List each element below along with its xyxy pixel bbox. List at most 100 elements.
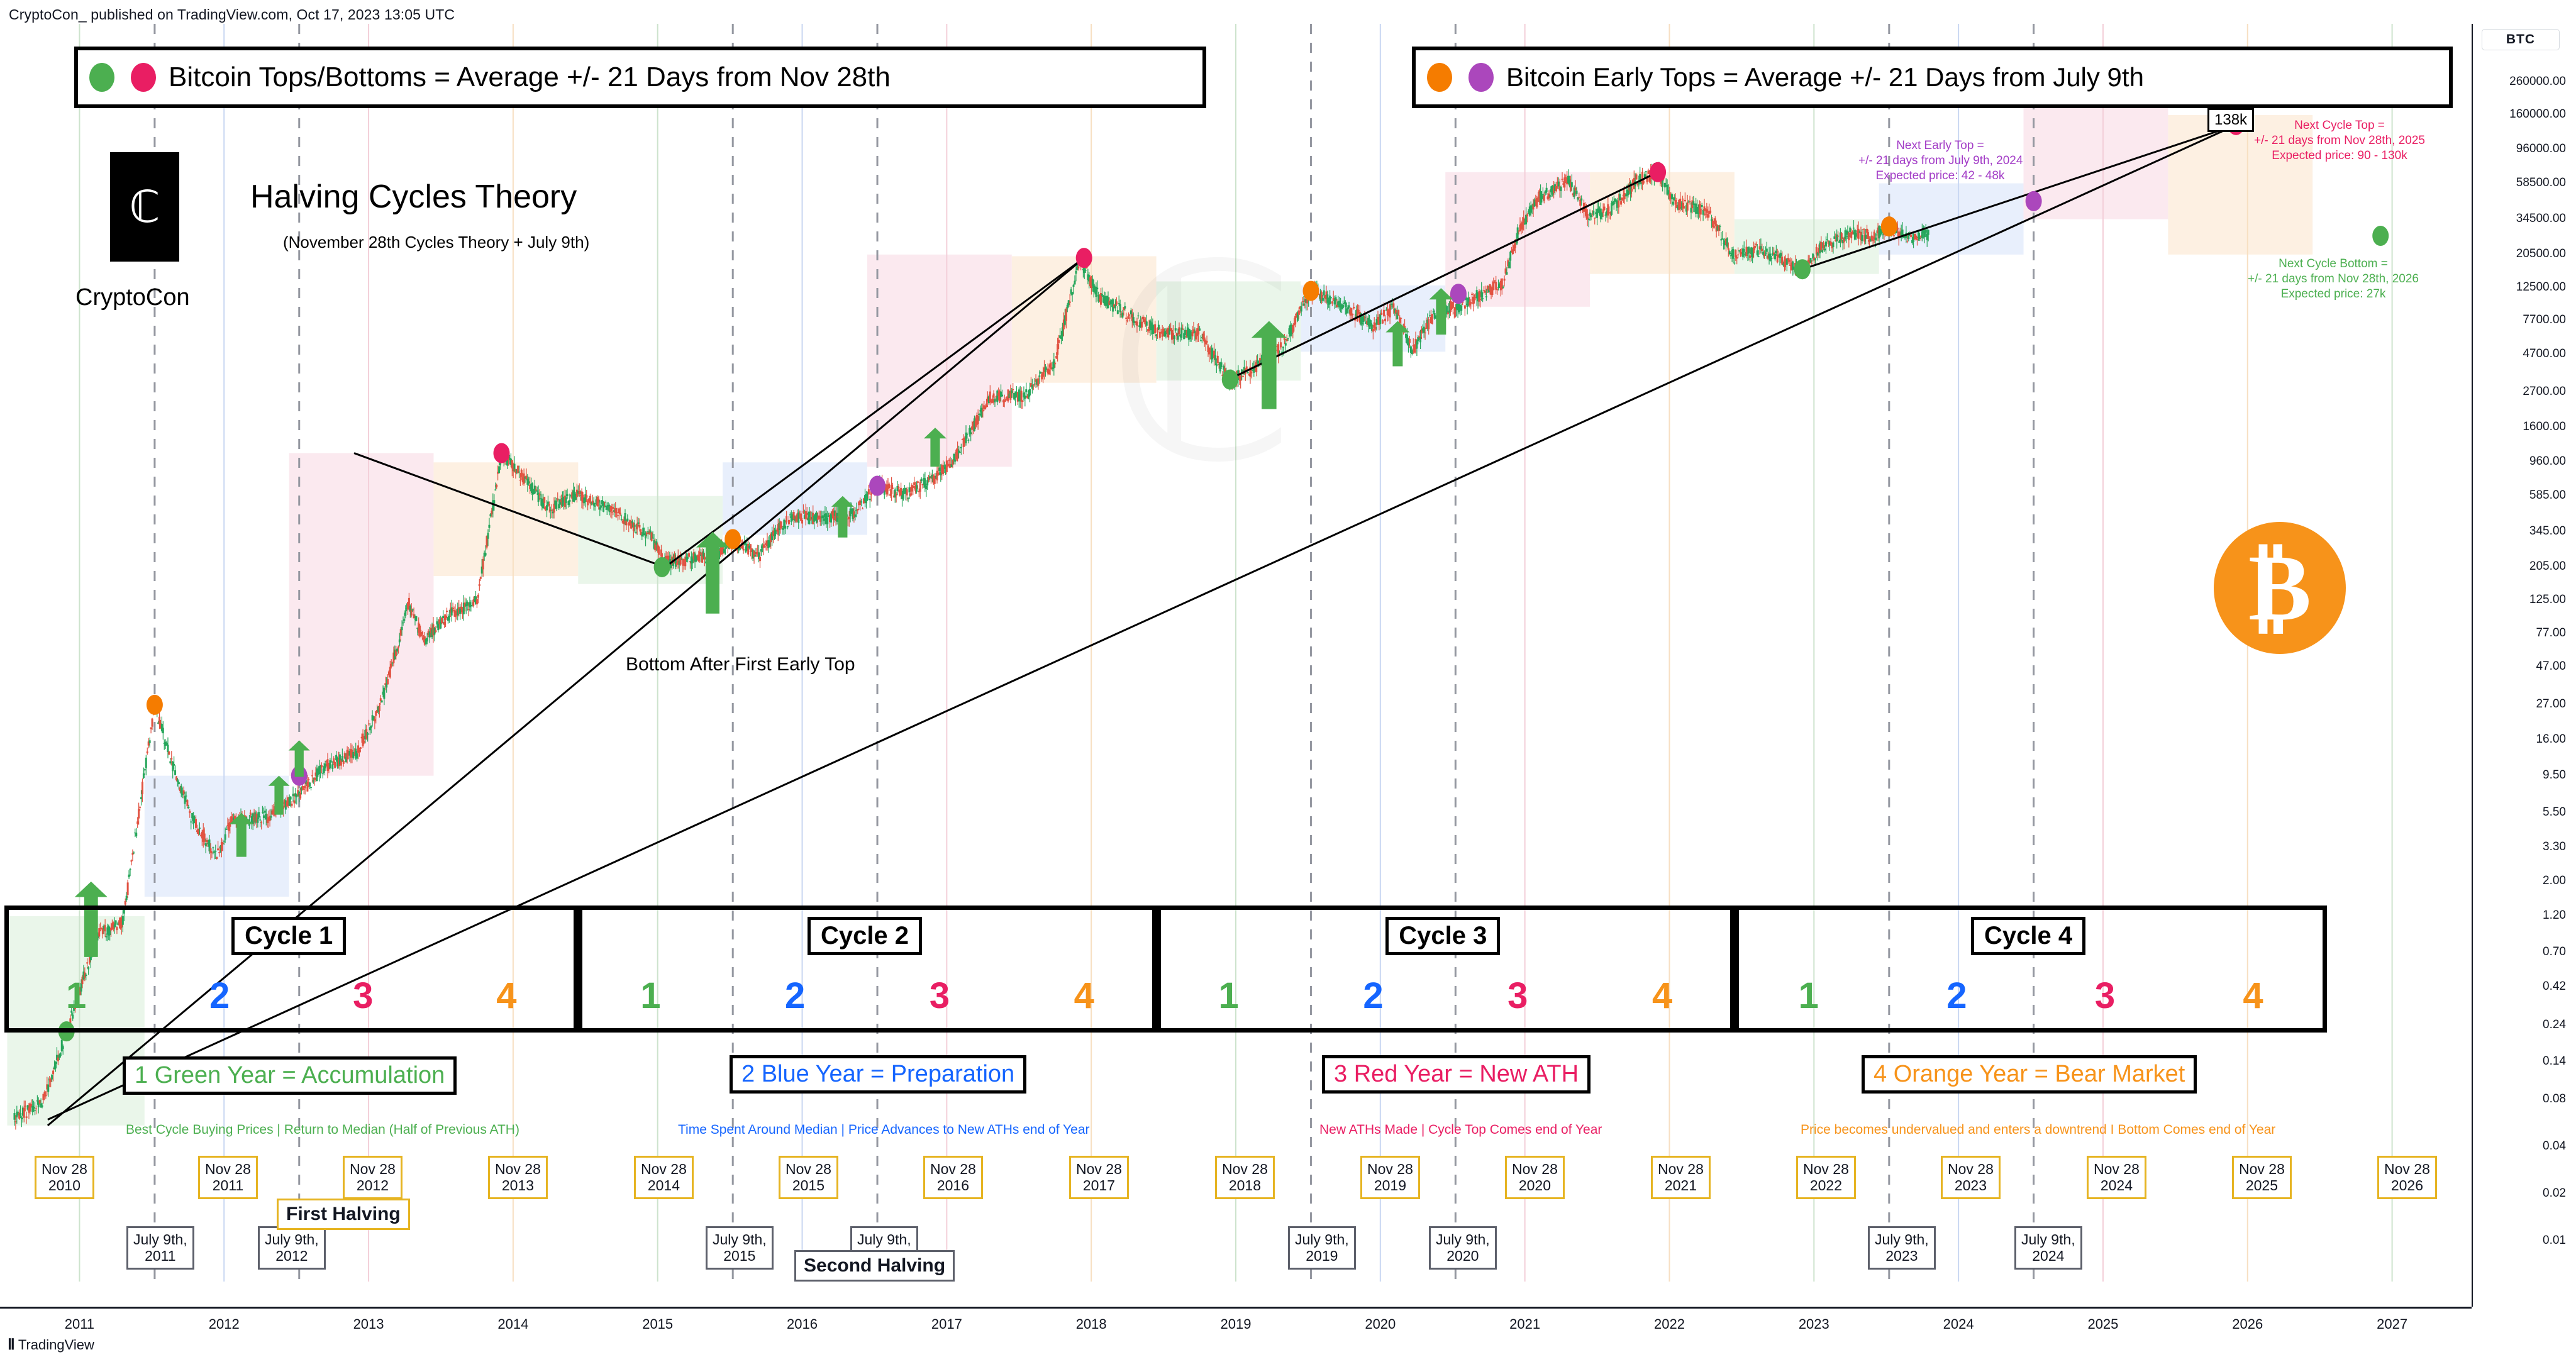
time-tick: 2026: [2232, 1316, 2263, 1332]
year-zone-orange: [433, 462, 579, 577]
july-9-date-tag[interactable]: July 9th, 2015: [706, 1226, 774, 1270]
bitcoin-logo-icon: ₿: [2214, 522, 2346, 654]
nov-tag-line1: Nov 28: [205, 1161, 251, 1177]
time-tick: 2015: [642, 1316, 674, 1332]
july-tag-line1: July 9th,: [1875, 1231, 1929, 1248]
july-tag-line2: 2011: [145, 1248, 176, 1265]
price-tick: 20500.00: [2516, 246, 2566, 260]
july-tag-line1: July 9th,: [133, 1231, 187, 1248]
time-tick: 2018: [1075, 1316, 1107, 1332]
nov-tag-line2: 2013: [501, 1177, 535, 1194]
price-tick: 27.00: [2536, 697, 2566, 711]
nov-28-date-tag[interactable]: Nov 28 2010: [35, 1156, 94, 1199]
time-tick: 2014: [497, 1316, 529, 1332]
first-halving-tag[interactable]: First Halving: [277, 1199, 410, 1230]
nov-tag-line2: 2026: [2390, 1177, 2424, 1194]
july-9-date-tag[interactable]: July 9th, 2024: [2014, 1226, 2082, 1270]
marker-early-top-retest: [1450, 284, 1467, 304]
second-halving-tag[interactable]: Second Halving: [794, 1250, 955, 1282]
july-tag-line1: July 9th,: [713, 1231, 767, 1248]
july-9-date-tag[interactable]: July 9th, 2023: [1868, 1226, 1936, 1270]
july-9-date-tag[interactable]: July 9th, 2012: [258, 1226, 326, 1270]
time-tick: 2011: [64, 1316, 95, 1332]
july-9-date-tag[interactable]: July 9th, 2019: [1288, 1226, 1356, 1270]
nov-28-date-tag[interactable]: Nov 28 2025: [2232, 1156, 2292, 1199]
time-axis[interactable]: 2011 2012 2013 2014 2015 2016 2017 2018 2019 2020…: [0, 1307, 2472, 1337]
year-type-subtext: Time Spent Around Median | Price Advance…: [678, 1122, 1090, 1137]
time-tick: 2023: [1798, 1316, 1829, 1332]
nov-28-date-tag[interactable]: Nov 28 2017: [1069, 1156, 1129, 1199]
nov-tag-line2: 2011: [212, 1177, 244, 1194]
cycle-year-number: 4: [1652, 975, 1673, 1016]
nov-tag-line2: 2018: [1228, 1177, 1262, 1194]
nov-tag-line1: Nov 28: [1512, 1161, 1558, 1177]
cycle-year-number: 1: [1798, 975, 1819, 1016]
july-tag-line2: 2024: [2032, 1248, 2065, 1265]
cycle-year-number: 4: [1074, 975, 1094, 1016]
price-tick: 2700.00: [2523, 384, 2566, 398]
price-tick: 260000.00: [2509, 74, 2566, 88]
cycle-year-number: 3: [1507, 975, 1528, 1016]
nov-28-date-tag[interactable]: Nov 28 2026: [2377, 1156, 2437, 1199]
nov-28-date-tag[interactable]: Nov 28 2024: [2087, 1156, 2146, 1199]
nov-28-date-tag[interactable]: Nov 28 2016: [923, 1156, 983, 1199]
cycle-year-number: 1: [1218, 975, 1239, 1016]
cryptocon-watermark: ℂ: [1107, 208, 1296, 523]
nov-28-date-tag[interactable]: Nov 28 2011: [198, 1156, 258, 1199]
legend-early-tops: Bitcoin Early Tops = Average +/- 21 Days…: [1412, 47, 2453, 108]
next-cycle-bottom-annotation: Next Cycle Bottom = +/- 21 days from Nov…: [2239, 257, 2428, 301]
july-tag-line1: July 9th,: [1436, 1231, 1490, 1248]
symbol-badge: BTC: [2482, 29, 2560, 50]
year-zone-blue: [144, 775, 289, 897]
nov-28-date-tag[interactable]: Nov 28 2021: [1651, 1156, 1711, 1199]
july-tag-line2: 2020: [1446, 1248, 1479, 1265]
nov-28-date-tag[interactable]: Nov 28 2022: [1796, 1156, 1856, 1199]
nov-tag-line1: Nov 28: [2239, 1161, 2285, 1177]
nov-28-date-tag[interactable]: Nov 28 2015: [779, 1156, 838, 1199]
nov-28-date-tag[interactable]: Nov 28 2012: [343, 1156, 402, 1199]
price-tick: 58500.00: [2516, 175, 2566, 189]
next-early-top-line1: Next Early Top =: [1896, 139, 1984, 152]
july-tag-line1: July 9th,: [2021, 1231, 2075, 1248]
nov-tag-line1: Nov 28: [495, 1161, 541, 1177]
time-tick: 2020: [1365, 1316, 1396, 1332]
cycle-year-number: 2: [209, 975, 230, 1016]
cycle-year-number: 3: [353, 975, 374, 1016]
cycle-year-number: 2: [785, 975, 806, 1016]
nov-28-date-tag[interactable]: Nov 28 2014: [634, 1156, 694, 1199]
july-9-date-tag[interactable]: July 9th, 2020: [1429, 1226, 1497, 1270]
marker-bottom: [653, 557, 670, 577]
nov-28-date-tag[interactable]: Nov 28 2023: [1941, 1156, 2001, 1199]
price-tick: 0.70: [2543, 945, 2566, 959]
cycle-year-number: 2: [1946, 975, 1967, 1016]
pink-dot-icon: [131, 63, 156, 92]
july-9-date-tag[interactable]: July 9th, 2011: [126, 1226, 194, 1270]
price-tick: 4700.00: [2523, 346, 2566, 360]
price-tick: 0.14: [2543, 1054, 2566, 1068]
year-type-box: 3 Red Year = New ATH: [1322, 1055, 1591, 1094]
next-cycle-bottom-line3: Expected price: 27k: [2280, 287, 2386, 301]
price-tick: 34500.00: [2516, 211, 2566, 225]
nov-28-date-tag[interactable]: Nov 28 2013: [488, 1156, 548, 1199]
marker-top: [1075, 248, 1092, 269]
next-cycle-bottom-line1: Next Cycle Bottom =: [2279, 257, 2388, 270]
july-tag-line1: July 9th,: [265, 1231, 319, 1248]
nov-tag-line2: 2019: [1374, 1177, 1407, 1194]
nov-28-date-tag[interactable]: Nov 28 2018: [1215, 1156, 1275, 1199]
nov-tag-line2: 2022: [1809, 1177, 1843, 1194]
cycle-year-number: 3: [2094, 975, 2116, 1016]
marker-early-top-retest: [869, 475, 886, 496]
next-cycle-top-line3: Expected price: 90 - 130k: [2272, 148, 2407, 162]
nov-28-date-tag[interactable]: Nov 28 2019: [1360, 1156, 1420, 1199]
nov-tag-line1: Nov 28: [1367, 1161, 1413, 1177]
nov-28-date-tag[interactable]: Nov 28 2020: [1505, 1156, 1565, 1199]
nov-tag-line2: 2014: [647, 1177, 680, 1194]
next-early-top-line2: +/- 21 days from July 9th, 2024: [1858, 153, 2023, 167]
price-axis[interactable]: BTC 260000.00 160000.00 96000.00 58500.00 34…: [2472, 24, 2576, 1307]
brand-name: CryptoCon: [75, 284, 190, 311]
price-tick: 3.30: [2543, 839, 2566, 853]
price-tick: 345.00: [2529, 524, 2566, 538]
nov-tag-line1: Nov 28: [2384, 1161, 2430, 1177]
cycle-year-number: 4: [496, 975, 517, 1016]
price-tick: 0.02: [2543, 1187, 2566, 1200]
